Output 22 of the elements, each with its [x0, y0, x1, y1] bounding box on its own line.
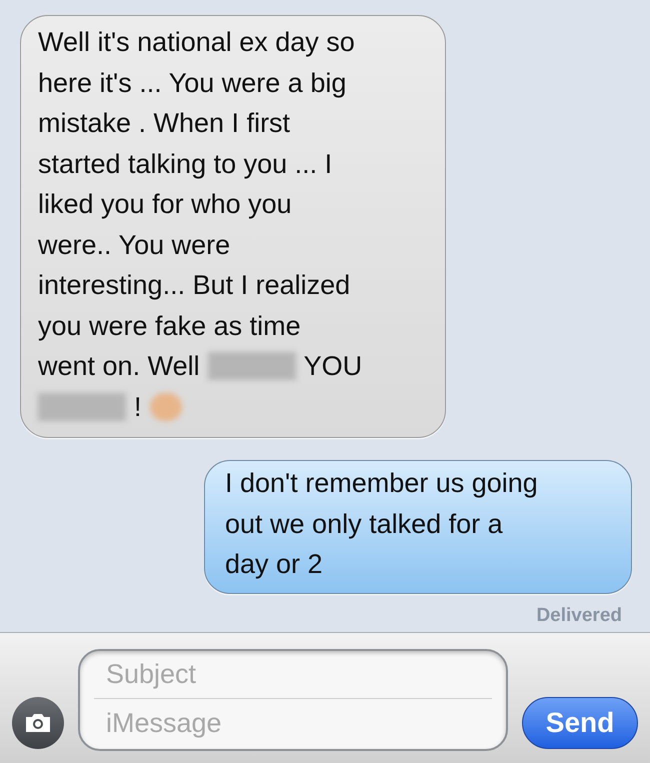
send-button[interactable]: Send — [522, 697, 638, 749]
camera-icon — [24, 712, 52, 734]
redaction-mark — [150, 392, 182, 421]
message-text: day or 2 — [225, 548, 323, 581]
message-text: mistake . When I first — [38, 107, 290, 140]
subject-field[interactable]: Subject — [94, 651, 492, 699]
message-input-field[interactable]: Subject iMessage — [78, 649, 508, 751]
message-text: started talking to you ... I — [38, 148, 332, 181]
message-text: liked you for who you — [38, 188, 292, 221]
delivery-status: Delivered — [536, 604, 622, 628]
message-text: interesting... But I realized — [38, 269, 350, 302]
message-text: I don't remember us going — [225, 467, 538, 500]
message-text: Well it's national ex day so — [38, 26, 355, 59]
message-text: ! — [134, 390, 142, 424]
message-text: here it's ... You were a big — [38, 66, 346, 100]
imessage-field[interactable]: iMessage — [94, 699, 492, 747]
message-text: you were fake as time — [38, 310, 301, 343]
message-text: were.. You were — [38, 228, 230, 262]
message-text: went on. Well — [38, 350, 200, 383]
message-text: YOU — [304, 350, 362, 383]
camera-button[interactable] — [12, 697, 64, 749]
message-text: out we only talked for a — [225, 508, 503, 541]
